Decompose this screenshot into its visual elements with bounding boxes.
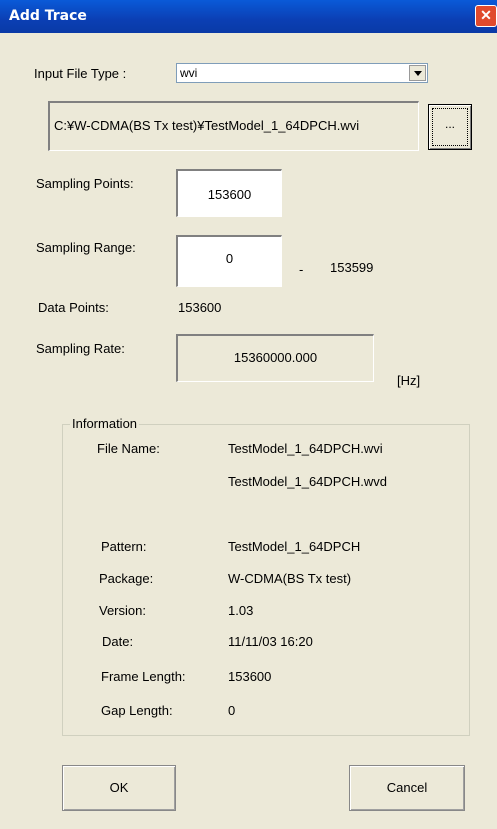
frame-length-value: 153600 (228, 669, 272, 684)
file-name-wvi: TestModel_1_64DPCH.wvi (228, 441, 383, 456)
sampling-range-end: 153599 (330, 260, 374, 275)
file-path-text: C:¥W-CDMA(BS Tx test)¥TestModel_1_64DPCH… (54, 118, 360, 133)
input-file-type-select[interactable]: wvi (176, 63, 428, 83)
version-label: Version: (99, 603, 146, 618)
date-value: 11/11/03 16:20 (228, 634, 313, 649)
file-name-label: File Name: (97, 441, 160, 456)
data-points-label: Data Points: (38, 300, 109, 315)
browse-button[interactable]: ... (428, 104, 472, 150)
sampling-range-start-value: 0 (225, 251, 234, 266)
sampling-points-value: 153600 (207, 187, 252, 202)
sampling-range-start-input[interactable]: 0 (176, 235, 282, 287)
sampling-points-label: Sampling Points: (36, 176, 134, 191)
sampling-points-input[interactable]: 153600 (176, 169, 282, 217)
sampling-rate-field: 15360000.000 (176, 334, 374, 382)
sampling-range-separator: - (299, 262, 304, 277)
data-points-value: 153600 (178, 300, 222, 315)
date-label: Date: (102, 634, 134, 649)
pattern-value: TestModel_1_64DPCH (228, 539, 361, 554)
information-title: Information (70, 416, 140, 431)
title-bar: Add Trace ✕ (0, 0, 497, 33)
gap-length-value: 0 (228, 703, 236, 718)
sampling-rate-unit: [Hz] (397, 373, 421, 388)
window-title: Add Trace (9, 8, 87, 24)
chevron-down-icon[interactable] (409, 65, 426, 81)
cancel-button[interactable]: Cancel (349, 765, 465, 811)
sampling-range-label: Sampling Range: (36, 240, 136, 255)
version-value: 1.03 (228, 603, 254, 618)
sampling-rate-value: 15360000.000 (233, 350, 318, 365)
file-name-wvd: TestModel_1_64DPCH.wvd (228, 474, 387, 489)
input-file-type-label: Input File Type : (34, 66, 127, 81)
input-file-type-value: wvi (180, 66, 198, 80)
package-label: Package: (99, 571, 154, 586)
file-path-field[interactable]: C:¥W-CDMA(BS Tx test)¥TestModel_1_64DPCH… (48, 101, 419, 151)
ok-button[interactable]: OK (62, 765, 176, 811)
close-icon[interactable]: ✕ (475, 5, 497, 27)
gap-length-label: Gap Length: (101, 703, 173, 718)
browse-button-label: ... (432, 108, 468, 146)
frame-length-label: Frame Length: (101, 669, 186, 684)
package-value: W-CDMA(BS Tx test) (228, 571, 352, 586)
sampling-rate-label: Sampling Rate: (36, 341, 125, 356)
pattern-label: Pattern: (101, 539, 147, 554)
